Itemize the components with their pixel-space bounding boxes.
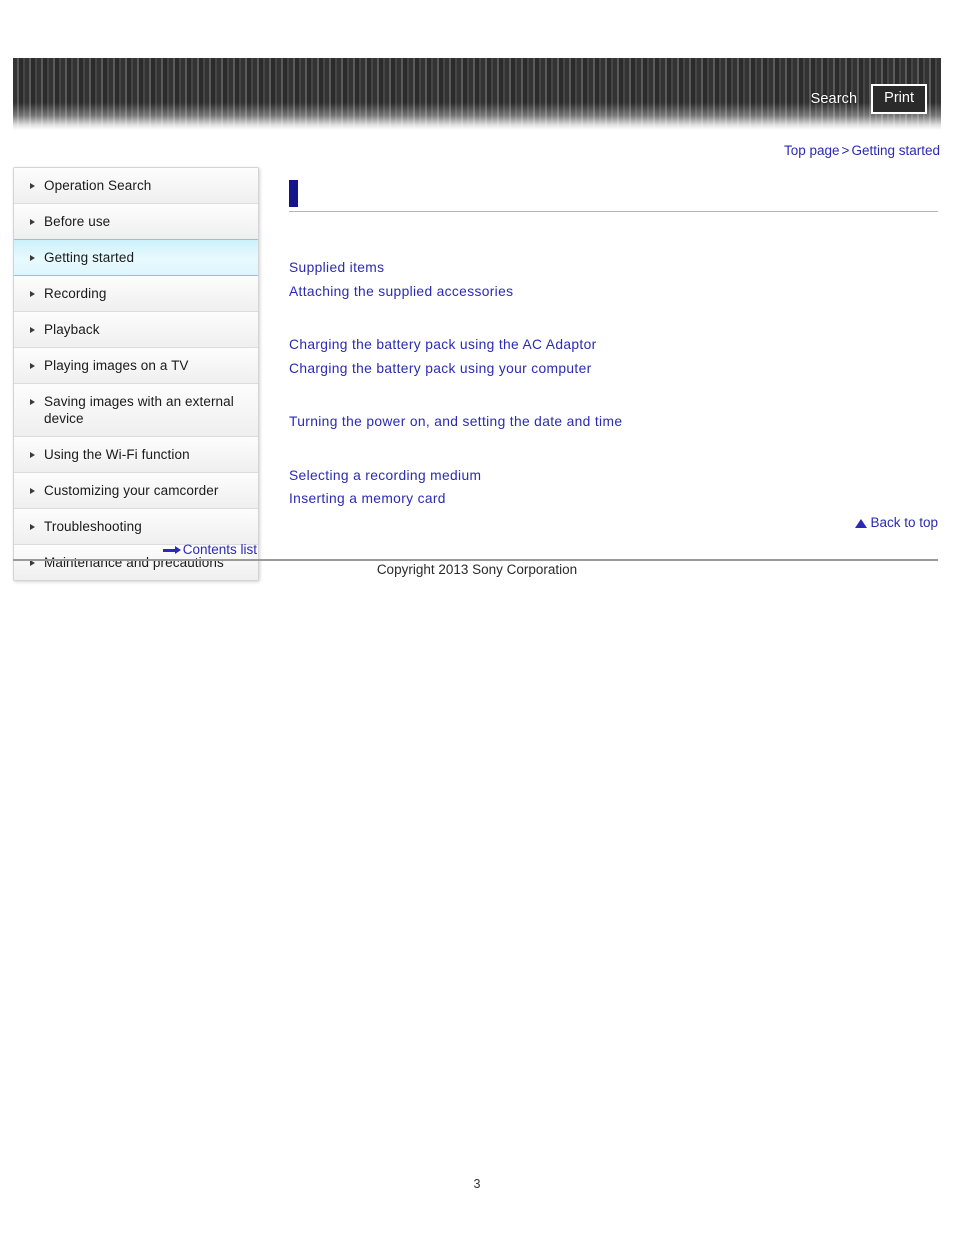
sidebar-nav: Operation Search Before use Getting star… <box>13 167 259 581</box>
link-group: Selecting a recording medium Inserting a… <box>289 464 938 511</box>
content-link[interactable]: Supplied items <box>289 256 938 280</box>
sidebar-item-label: Troubleshooting <box>44 519 142 534</box>
chevron-right-icon <box>30 524 35 530</box>
sidebar-item-customizing-your-camcorder[interactable]: Customizing your camcorder <box>14 473 258 509</box>
arrow-right-icon <box>162 546 181 555</box>
contents-list: Contents list <box>13 542 257 557</box>
link-group: Charging the battery pack using the AC A… <box>289 333 938 380</box>
main-content: Supplied items Attaching the supplied ac… <box>289 180 938 511</box>
sidebar-item-operation-search[interactable]: Operation Search <box>14 168 258 204</box>
header-actions: Search Print <box>811 84 927 114</box>
link-groups: Supplied items Attaching the supplied ac… <box>289 256 938 511</box>
sidebar-item-before-use[interactable]: Before use <box>14 204 258 240</box>
triangle-up-icon <box>855 519 868 528</box>
chevron-right-icon <box>30 452 35 458</box>
sidebar-item-troubleshooting[interactable]: Troubleshooting <box>14 509 258 545</box>
breadcrumb-item-top-page[interactable]: Top page <box>784 143 840 158</box>
footer-copyright: Copyright 2013 Sony Corporation <box>376 562 578 577</box>
search-button[interactable]: Search <box>811 91 858 107</box>
chevron-right-icon <box>30 255 35 261</box>
page-title <box>289 180 938 212</box>
sidebar-item-label: Recording <box>44 286 107 301</box>
header-banner: Search Print <box>13 58 941 130</box>
print-button[interactable]: Print <box>871 84 927 114</box>
chevron-right-icon <box>30 488 35 494</box>
page-root: Search Print Top page > Getting started Op… <box>0 0 954 1235</box>
sidebar-item-using-the-wi-fi-function[interactable]: Using the Wi-Fi function <box>14 437 258 473</box>
back-to-top: Back to top <box>289 515 938 530</box>
chevron-right-icon <box>30 327 35 333</box>
chevron-right-icon <box>30 399 35 405</box>
chevron-right-icon <box>30 291 35 297</box>
breadcrumb-item-getting-started[interactable]: Getting started <box>851 143 940 158</box>
sidebar-item-label: Getting started <box>44 250 135 265</box>
sidebar-item-label: Playback <box>44 322 100 337</box>
sidebar-item-recording[interactable]: Recording <box>14 276 258 312</box>
footer-divider <box>13 559 938 561</box>
sidebar-item-label: Operation Search <box>44 178 152 193</box>
content-link[interactable]: Charging the battery pack using the AC A… <box>289 333 938 357</box>
chevron-right-icon <box>30 183 35 189</box>
page-number: 3 <box>473 1177 481 1191</box>
sidebar-item-getting-started[interactable]: Getting started <box>14 239 258 276</box>
sidebar-item-label: Saving images with an external device <box>44 394 234 426</box>
sidebar-item-label: Before use <box>44 214 111 229</box>
sidebar-item-playback[interactable]: Playback <box>14 312 258 348</box>
sidebar-item-label: Playing images on a TV <box>44 358 189 373</box>
link-group: Supplied items Attaching the supplied ac… <box>289 256 938 303</box>
content-link[interactable]: Charging the battery pack using your com… <box>289 357 938 381</box>
content-link[interactable]: Inserting a memory card <box>289 487 938 511</box>
chevron-right-icon <box>30 363 35 369</box>
contents-list-link[interactable]: Contents list <box>183 542 257 557</box>
content-link[interactable]: Turning the power on, and setting the da… <box>289 410 938 434</box>
chevron-right-icon <box>30 219 35 225</box>
link-group: Turning the power on, and setting the da… <box>289 410 938 434</box>
sidebar-item-label: Using the Wi-Fi function <box>44 447 190 462</box>
content-link[interactable]: Selecting a recording medium <box>289 464 938 488</box>
sidebar-item-label: Customizing your camcorder <box>44 483 219 498</box>
content-link[interactable]: Attaching the supplied accessories <box>289 280 938 304</box>
breadcrumb-separator: > <box>841 143 850 158</box>
back-to-top-link[interactable]: Back to top <box>870 515 938 530</box>
sidebar-item-playing-images-on-a-tv[interactable]: Playing images on a TV <box>14 348 258 384</box>
sidebar-item-saving-images-external-device[interactable]: Saving images with an external device <box>14 384 258 437</box>
breadcrumb: Top page > Getting started <box>784 143 940 158</box>
